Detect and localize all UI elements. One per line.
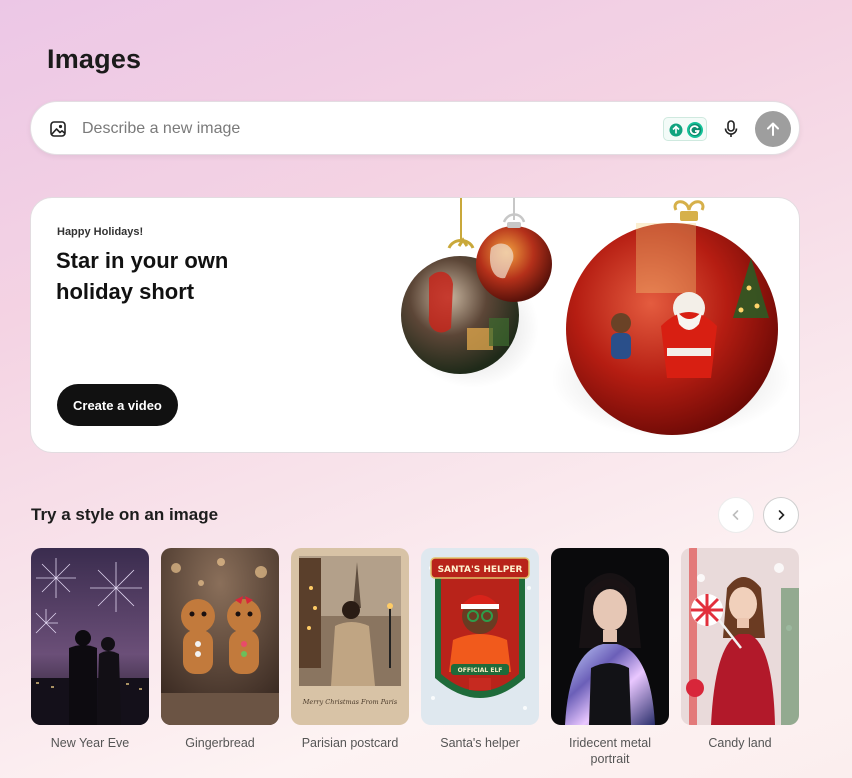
styles-section-title: Try a style on an image xyxy=(31,505,219,524)
grammarly-icon[interactable] xyxy=(663,117,707,141)
style-label: Candy land xyxy=(708,736,772,750)
microphone-icon[interactable] xyxy=(721,119,741,139)
style-label: Parisian postcard xyxy=(301,736,399,750)
promo-eyebrow: Happy Holidays! xyxy=(57,226,144,238)
style-label: Gingerbread xyxy=(185,736,255,750)
chevron-right-icon xyxy=(778,510,785,520)
image-prompt-bar xyxy=(30,101,800,155)
holiday-ornaments-illustration xyxy=(401,198,791,438)
santas-helper-badge: OFFICIAL ELF xyxy=(458,667,503,674)
style-card-iridescent-metal-portrait[interactable]: Iridecent metal portrait xyxy=(551,548,669,767)
carousel-next-button[interactable] xyxy=(763,497,799,533)
carousel-prev-button[interactable] xyxy=(718,497,754,533)
style-label: Santa's helper xyxy=(440,736,520,750)
santas-helper-thumbnail: SANTA'S HELPER OFFICIAL ELF xyxy=(421,548,539,725)
style-label: New Year Eve xyxy=(50,736,130,750)
postcard-caption: Merry Christmas From Paris xyxy=(302,698,398,706)
promo-heading: Star in your own holiday short xyxy=(56,248,229,304)
style-card-new-year-eve[interactable]: New Year Eve xyxy=(31,548,149,751)
image-icon[interactable] xyxy=(49,120,67,138)
candy-land-thumbnail xyxy=(681,548,799,725)
create-video-button[interactable]: Create a video xyxy=(57,384,178,426)
style-card-parisian-postcard[interactable]: Merry Christmas From Paris Parisian post… xyxy=(291,548,409,751)
prompt-input[interactable] xyxy=(82,116,642,142)
send-button[interactable] xyxy=(755,111,791,147)
arrow-up-icon xyxy=(767,122,779,136)
gingerbread-thumbnail xyxy=(161,548,279,725)
style-label: Iridecent metal portrait xyxy=(569,736,651,766)
santas-helper-banner: SANTA'S HELPER xyxy=(438,565,523,575)
parisian-postcard-thumbnail: Merry Christmas From Paris xyxy=(291,548,409,725)
style-card-gingerbread[interactable]: Gingerbread xyxy=(161,548,279,751)
new-year-eve-thumbnail xyxy=(31,548,149,725)
style-card-candy-land[interactable]: Candy land xyxy=(681,548,799,751)
holiday-promo-card: Happy Holidays! Star in your own holiday… xyxy=(30,197,800,453)
style-card-santas-helper[interactable]: SANTA'S HELPER OFFICIAL ELF Santa's help… xyxy=(421,548,539,751)
page-title: Images xyxy=(47,44,142,74)
iridescent-metal-portrait-thumbnail xyxy=(551,548,669,725)
chevron-left-icon xyxy=(732,510,739,520)
